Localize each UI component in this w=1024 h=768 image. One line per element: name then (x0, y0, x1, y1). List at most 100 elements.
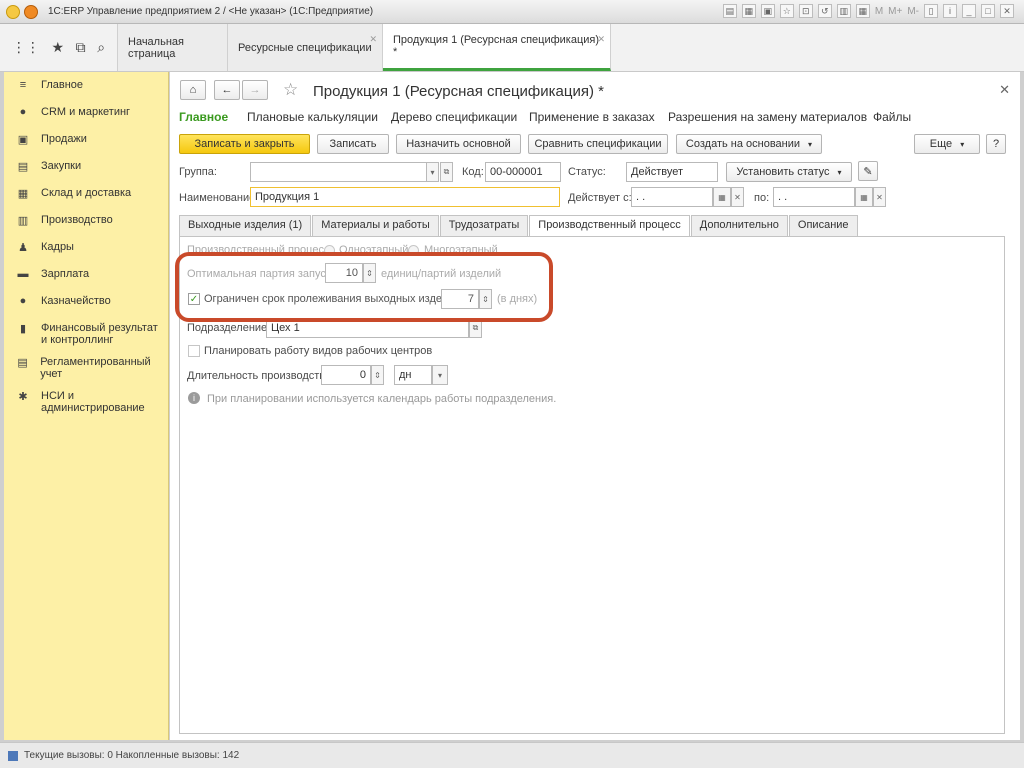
history-icon[interactable]: ↺ (817, 4, 832, 18)
salary-icon: ▬ (17, 268, 29, 280)
sidebar-item-main[interactable]: ≡ Главное (4, 74, 168, 101)
print-icon[interactable]: ▦ (741, 4, 756, 18)
people-icon: ♟ (18, 242, 28, 254)
status-field: Действует (626, 162, 718, 182)
tab-resource-specs[interactable]: Ресурсные спецификации ✕ (228, 24, 383, 71)
tab-description[interactable]: Описание (788, 215, 858, 236)
clear-icon[interactable]: ✕ (873, 187, 886, 207)
treasury-icon: ● (19, 295, 27, 307)
close-tab-icon[interactable]: ✕ (597, 34, 605, 45)
sidebar-item-warehouse[interactable]: ▦ Склад и доставка (4, 182, 168, 209)
back-button[interactable]: ← (214, 80, 240, 100)
sidebar-item-sales[interactable]: ▣ Продажи (4, 128, 168, 155)
finance-icon: ▮ (19, 323, 27, 335)
duration-field[interactable]: 0 (321, 365, 371, 385)
duration-label: Длительность производства: (187, 370, 335, 382)
set-main-button[interactable]: Назначить основной (396, 134, 521, 154)
sidebar-item-production[interactable]: ▥ Производство (4, 209, 168, 236)
minimize-icon[interactable]: _ (962, 4, 976, 18)
group-field[interactable] (250, 162, 427, 182)
tab-production-process[interactable]: Производственный процесс (529, 215, 690, 237)
group-open-icon[interactable]: ⧉ (440, 162, 453, 182)
close-icon[interactable]: ✕ (1000, 4, 1014, 18)
tab-additional[interactable]: Дополнительно (690, 215, 788, 236)
plan-workcenters-label: Планировать работу видов рабочих центров (204, 345, 433, 357)
calculator-icon[interactable]: ▦ (855, 4, 870, 18)
valid-to-label: по: (754, 192, 770, 204)
calendar-icon[interactable]: ▥ (836, 4, 851, 18)
menu-icon[interactable] (24, 4, 38, 19)
window-title: 1С:ERP Управление предприятием 2 / <Не у… (48, 6, 374, 17)
code-field[interactable]: 00-000001 (485, 162, 561, 182)
clear-icon[interactable]: ✕ (731, 187, 744, 207)
compare-specs-button[interactable]: Сравнить спецификации (528, 134, 668, 154)
nav-orders-usage[interactable]: Применение в заказах (529, 110, 655, 124)
name-field[interactable]: Продукция 1 (250, 187, 560, 207)
set-status-button[interactable]: Установить статус ▾ (726, 162, 852, 182)
history-icon[interactable]: ⧉ (76, 39, 86, 56)
calls-icon (8, 750, 18, 761)
division-label: Подразделение: (187, 322, 271, 334)
duration-stepper-icon[interactable]: ⇕ (371, 365, 384, 385)
sidebar-item-hr[interactable]: ♟ Кадры (4, 236, 168, 263)
forward-button[interactable]: → (242, 80, 268, 100)
regulated-icon: ▤ (17, 357, 28, 369)
production-icon: ▥ (17, 215, 29, 227)
memory-m[interactable]: M (875, 6, 883, 17)
nav-files[interactable]: Файлы (873, 110, 911, 124)
close-form-icon[interactable]: ✕ (999, 82, 1010, 98)
sidebar-item-treasury[interactable]: ● Казначейство (4, 290, 168, 317)
calendar-icon[interactable]: ▦ (855, 187, 873, 207)
star-icon[interactable]: ☆ (283, 80, 298, 100)
valid-from-field[interactable]: . . (631, 187, 713, 207)
save-close-button[interactable]: Записать и закрыть (179, 134, 310, 154)
duration-unit-select[interactable]: дн (394, 365, 432, 385)
favorite-icon[interactable]: ☆ (779, 4, 794, 18)
preview-icon[interactable]: ▣ (760, 4, 775, 18)
group-dropdown-icon[interactable]: ▾ (426, 162, 439, 182)
plan-workcenters-checkbox[interactable] (188, 345, 200, 357)
calendar-icon[interactable]: ▦ (713, 187, 731, 207)
sidebar-item-finance[interactable]: ▮ Финансовый результат и контроллинг (4, 317, 168, 351)
sidebar-item-purchases[interactable]: ▤ Закупки (4, 155, 168, 182)
highlight-annotation (175, 252, 553, 322)
nav-replacement[interactable]: Разрешения на замену материалов (668, 110, 867, 124)
help-button[interactable]: ? (986, 134, 1006, 154)
save-icon[interactable]: ▤ (722, 4, 737, 18)
apps-grid-icon[interactable]: ⋮⋮ (12, 39, 40, 56)
more-button[interactable]: Еще ▾ (914, 134, 980, 154)
sidebar: ≡ Главное ● CRM и маркетинг ▣ Продажи ▤ Заку… (4, 72, 169, 740)
tab-product-spec[interactable]: Продукция 1 (Ресурсная спецификация) * ✕ (383, 24, 611, 71)
sidebar-item-admin[interactable]: ✱ НСИ и администрирование (4, 385, 168, 419)
tab-labor[interactable]: Трудозатраты (439, 215, 529, 236)
info-icon[interactable]: i (943, 4, 957, 18)
chevron-down-icon[interactable]: ▾ (432, 365, 448, 385)
tab-home[interactable]: Начальная страница (118, 24, 228, 71)
memory-m-minus[interactable]: M- (907, 6, 919, 17)
close-tab-icon[interactable]: ✕ (369, 34, 377, 45)
form-area: ⌂ ← → ☆ Продукция 1 (Ресурсная специфика… (170, 72, 1020, 740)
sidebar-item-crm[interactable]: ● CRM и маркетинг (4, 101, 168, 128)
tab-output-products[interactable]: Выходные изделия (1) (179, 215, 312, 236)
edit-note-icon[interactable]: ✎ (858, 161, 878, 181)
memory-m-plus[interactable]: M+ (888, 6, 902, 17)
page-title: Продукция 1 (Ресурсная спецификация) * (313, 83, 604, 100)
nav-main[interactable]: Главное (179, 110, 228, 124)
create-based-button[interactable]: Создать на основании ▾ (676, 134, 822, 154)
info-text: При планировании используется календарь … (207, 393, 557, 405)
sidebar-item-salary[interactable]: ▬ Зарплата (4, 263, 168, 290)
dropdown-arrow-icon: ▾ (808, 139, 813, 149)
home-button[interactable]: ⌂ (180, 80, 206, 100)
nav-spec-tree[interactable]: Дерево спецификации (391, 110, 517, 124)
valid-to-field[interactable]: . . (773, 187, 855, 207)
nav-planned-calculations[interactable]: Плановые калькуляции (247, 110, 378, 124)
form-tabs: Выходные изделия (1) Материалы и работы … (179, 215, 859, 237)
search-icon[interactable]: ⌕ (97, 39, 105, 56)
link-icon[interactable]: ⊡ (798, 4, 813, 18)
save-button[interactable]: Записать (317, 134, 389, 154)
tab-materials-works[interactable]: Материалы и работы (312, 215, 439, 236)
sidebar-item-regulated[interactable]: ▤ Регламентированный учет (4, 351, 168, 385)
maximize-icon[interactable]: □ (981, 4, 995, 18)
favorites-icon[interactable]: ★ (51, 39, 64, 56)
panels-icon[interactable]: ▯ (924, 4, 938, 18)
